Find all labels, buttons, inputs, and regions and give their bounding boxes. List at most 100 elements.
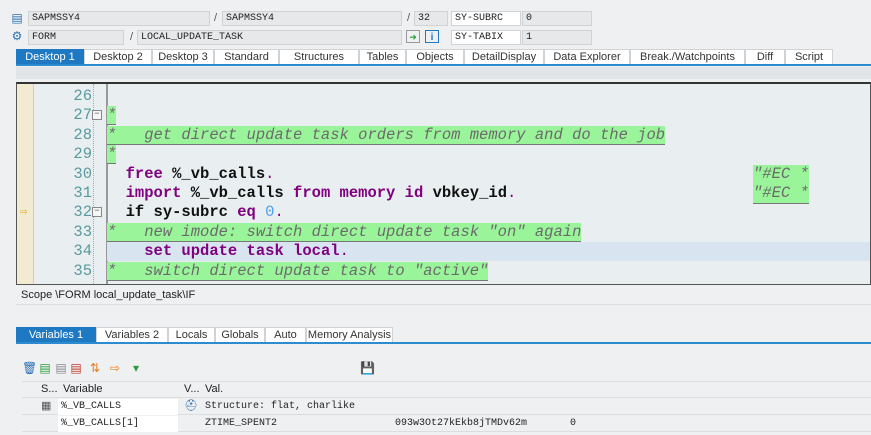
tab-desktop-1[interactable]: Desktop 1 bbox=[16, 49, 84, 64]
col-v[interactable]: V... bbox=[181, 382, 200, 398]
code-token: . bbox=[274, 203, 284, 222]
sysfield1-name[interactable]: SY-SUBRC bbox=[451, 11, 521, 26]
filter-icon[interactable]: ▾ bbox=[129, 362, 143, 375]
navigate-icon[interactable]: ➜ bbox=[406, 30, 420, 43]
save-icon[interactable]: 💾 bbox=[360, 362, 375, 375]
program-icon: ▤ bbox=[11, 11, 23, 25]
variable-name[interactable]: %_VB_CALLS[1] bbox=[58, 416, 178, 432]
line-number: 32 bbox=[73, 203, 92, 222]
delete-row-icon[interactable]: ▤ bbox=[69, 362, 83, 375]
export-icon[interactable]: ⇨ bbox=[108, 362, 122, 375]
code-line[interactable]: 27− * bbox=[17, 106, 870, 126]
code-token: %_vb_calls bbox=[181, 184, 294, 202]
code-line[interactable]: 33 * new imode: switch direct update task… bbox=[17, 222, 870, 242]
code-token: import bbox=[125, 184, 182, 202]
info-icon[interactable]: i bbox=[425, 30, 439, 43]
code-token: eq bbox=[237, 203, 256, 222]
separator: / bbox=[214, 12, 218, 24]
tab-auto[interactable]: Auto bbox=[265, 327, 306, 342]
sysfield2-name[interactable]: SY-TABIX bbox=[451, 30, 521, 45]
variables-grid: S... Variable V... Val. ▦ %_VB_CALLS ⛑ S… bbox=[22, 381, 871, 432]
pragma-comment: "#EC * bbox=[753, 164, 809, 185]
tab-desktop-2[interactable]: Desktop 2 bbox=[84, 49, 152, 64]
variable-value[interactable]: ZTIME_SPENT2 bbox=[202, 416, 277, 432]
fold-toggle-icon[interactable]: − bbox=[92, 110, 102, 121]
tab-memory-analysis[interactable]: Memory Analysis bbox=[306, 327, 393, 342]
tab-script[interactable]: Script bbox=[785, 49, 833, 64]
sysfield2-value: 1 bbox=[522, 30, 592, 45]
code-text: * bbox=[107, 106, 117, 126]
variable-value-3[interactable]: 0 bbox=[567, 416, 576, 432]
variable-value-2[interactable]: 093w3Ot27kEkb8jTMDv62m bbox=[392, 416, 527, 432]
tab-variables-2[interactable]: Variables 2 bbox=[96, 327, 168, 342]
code-line[interactable]: 32 ⇨ − if sy-subrc eq 0. bbox=[17, 203, 870, 222]
insert-row-icon[interactable]: ▤ bbox=[38, 362, 52, 375]
code-token: * new imode: switch direct update task "… bbox=[107, 222, 582, 242]
code-token: * switch direct update task to "active" bbox=[107, 261, 489, 281]
table-row[interactable]: %_VB_CALLS[1] ZTIME_SPENT2 093w3Ot27kEkb… bbox=[22, 416, 871, 432]
sort-icon[interactable]: ⇅ bbox=[88, 362, 102, 375]
tab-structures[interactable]: Structures bbox=[279, 49, 359, 64]
code-text: * bbox=[107, 145, 117, 165]
toolbar-strip bbox=[16, 67, 871, 79]
variable-name[interactable]: %_VB_CALLS bbox=[58, 399, 178, 415]
tab-variables-1[interactable]: Variables 1 bbox=[16, 327, 96, 342]
code-token: set update task local bbox=[144, 242, 340, 261]
program-field: SAPMSSY4 bbox=[28, 11, 210, 26]
event-name-field: LOCAL_UPDATE_TASK bbox=[137, 30, 402, 45]
delete-icon[interactable]: 🗑 bbox=[22, 362, 37, 375]
include-field: SAPMSSY4 bbox=[222, 11, 402, 26]
code-line[interactable]: 26 bbox=[17, 87, 870, 106]
tab-standard[interactable]: Standard bbox=[214, 49, 279, 64]
line-number: 26 bbox=[73, 87, 92, 105]
code-line[interactable]: 31 import %_vb_calls from memory id vbke… bbox=[17, 184, 870, 204]
fold-toggle-icon[interactable]: − bbox=[92, 207, 102, 218]
tab-detaildisplay[interactable]: DetailDisplay bbox=[464, 49, 544, 64]
code-text: import %_vb_calls from memory id vbkey_i… bbox=[107, 184, 517, 203]
col-variable[interactable]: Variable bbox=[60, 382, 103, 398]
tab-breakpoints[interactable]: Break./Watchpoints bbox=[630, 49, 745, 64]
append-row-icon[interactable]: ▤ bbox=[54, 362, 68, 375]
code-line[interactable]: 29 * bbox=[17, 145, 870, 165]
line-field: 32 bbox=[414, 11, 448, 26]
tab-objects[interactable]: Objects bbox=[406, 49, 464, 64]
hat-icon: ⛑ bbox=[184, 400, 198, 412]
code-text: * get direct update task orders from mem… bbox=[107, 125, 666, 145]
line-number: 29 bbox=[73, 145, 92, 164]
line-number: 33 bbox=[73, 222, 92, 241]
variable-value[interactable]: Structure: flat, charlike bbox=[202, 399, 355, 415]
tab-data-explorer[interactable]: Data Explorer bbox=[544, 49, 630, 64]
source-code-editor[interactable]: 26 27− * 28 * get direct update task orders … bbox=[16, 82, 871, 285]
code-token: . bbox=[339, 242, 349, 261]
tab-globals[interactable]: Globals bbox=[215, 327, 265, 342]
line-number: 35 bbox=[73, 261, 92, 280]
desktop-tabs: Desktop 1 Desktop 2 Desktop 3 Standard S… bbox=[16, 49, 871, 66]
pragma-comment: "#EC * bbox=[753, 184, 809, 204]
sysfield1-value: 0 bbox=[522, 11, 592, 26]
grid-header: S... Variable V... Val. bbox=[22, 382, 871, 398]
tab-locals[interactable]: Locals bbox=[168, 327, 215, 342]
tab-diff[interactable]: Diff bbox=[745, 49, 785, 64]
col-s[interactable]: S... bbox=[38, 382, 58, 398]
separator: / bbox=[130, 31, 134, 43]
code-line[interactable]: 35 * switch direct update task to "active… bbox=[17, 261, 870, 281]
code-line[interactable]: 30 free %_vb_calls. "#EC * bbox=[17, 164, 870, 185]
code-token: sy-subrc bbox=[144, 203, 238, 222]
structure-icon[interactable]: ▦ bbox=[38, 399, 51, 415]
tab-tables[interactable]: Tables bbox=[359, 49, 406, 64]
code-token: free bbox=[125, 164, 163, 183]
line-number: 31 bbox=[73, 184, 92, 202]
code-token: from memory id bbox=[293, 184, 424, 202]
code-line[interactable]: 34 set update task local. bbox=[17, 242, 870, 262]
code-line[interactable]: 28 * get direct update task orders from m… bbox=[17, 125, 870, 145]
table-row[interactable]: ▦ %_VB_CALLS ⛑ Structure: flat, charlike bbox=[22, 399, 871, 415]
event-type-field: FORM bbox=[28, 30, 124, 45]
col-val[interactable]: Val. bbox=[202, 382, 223, 398]
code-text: * switch direct update task to "active" bbox=[107, 261, 489, 281]
code-token: * bbox=[107, 145, 117, 165]
gear-icon: ⚙ bbox=[11, 29, 23, 43]
tab-desktop-3[interactable]: Desktop 3 bbox=[152, 49, 214, 64]
current-line-arrow-icon: ⇨ bbox=[20, 205, 28, 220]
